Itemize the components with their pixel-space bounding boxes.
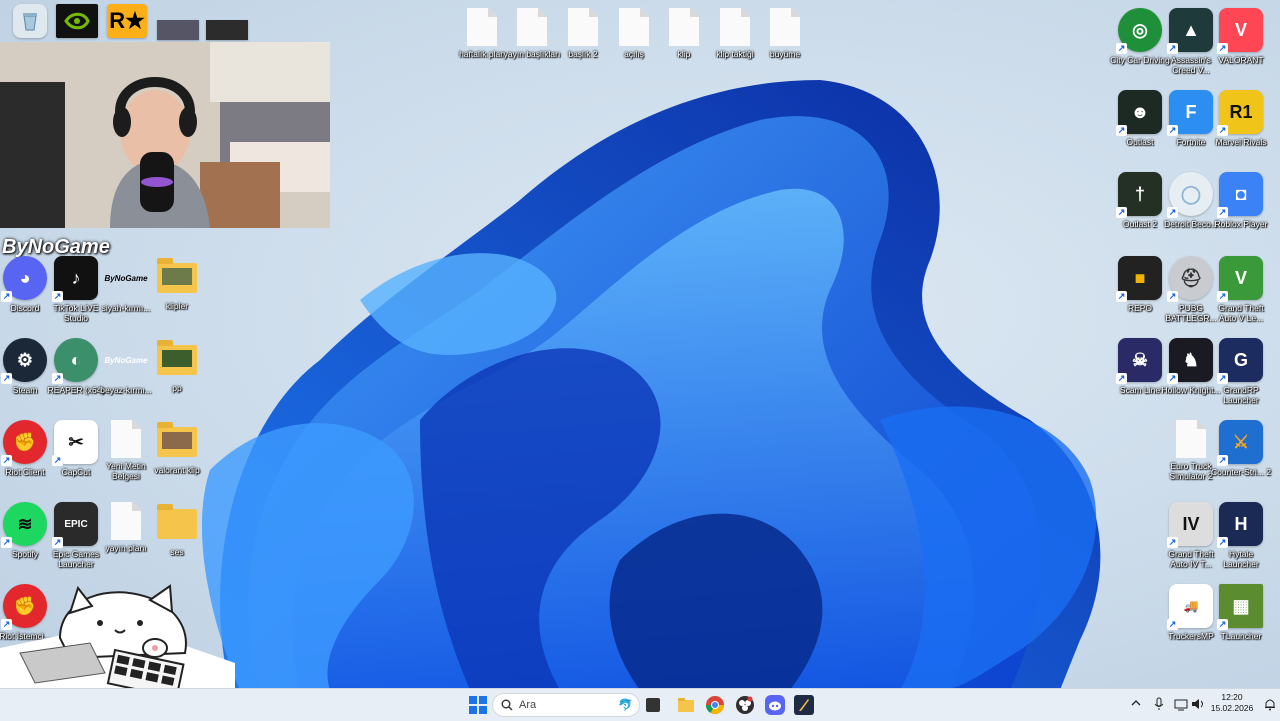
clock-time: 12:20 [1221, 692, 1243, 702]
folder-icon [157, 258, 197, 293]
text-file-icon [517, 8, 547, 46]
search-placeholder: Ara [519, 699, 537, 711]
discord-icon: ◕ ↗ [1, 256, 47, 302]
repo-icon: ■ ↗ [1116, 256, 1162, 302]
file-icon [1176, 420, 1206, 458]
taskbar: Ara 🐬 12:20 15.02.2026 [0, 688, 1280, 721]
image-file-icon: ByNoGame [104, 273, 148, 283]
roblox-icon: ◘ ↗ [1217, 172, 1263, 218]
search-icon [501, 699, 513, 711]
folder-klipler[interactable]: klipler [147, 256, 207, 311]
valorant-shortcut[interactable]: V ↗ VALORANT [1211, 8, 1271, 65]
counter-strike-icon: ⚔ ↗ [1217, 420, 1263, 466]
chrome-icon[interactable] [705, 695, 725, 715]
tlauncher-shortcut[interactable]: ▦ ↗ TLauncher [1211, 584, 1271, 641]
marvel-rivals-shortcut[interactable]: R1 ↗ Marvel Rivals [1211, 90, 1271, 147]
search-highlight-icon: 🐬 [618, 698, 633, 712]
network-icon[interactable] [1174, 697, 1188, 714]
text-file-icon [111, 502, 141, 540]
folder-pp[interactable]: pp [147, 338, 207, 393]
show-hidden-icons-chevron-icon[interactable] [1131, 698, 1141, 711]
capcut-icon: ✂ ↗ [52, 420, 98, 466]
obs-icon[interactable] [735, 695, 755, 715]
riot-icon: ✊ ↗ [1, 420, 47, 466]
text-file-icon [770, 8, 800, 46]
epic-games-icon: EPIC ↗ [52, 502, 98, 548]
grandrp-icon: G ↗ [1217, 338, 1263, 384]
streamer-camera-feed [0, 42, 330, 228]
scam-line-icon: ☠ ↗ [1116, 338, 1162, 384]
gta-v-shortcut[interactable]: V ↗ Grand Theft Auto V Le... [1211, 256, 1271, 323]
task-view-icon[interactable] [646, 698, 660, 712]
text-file-icon [467, 8, 497, 46]
bongo-cat-overlay [0, 584, 235, 688]
tiktok-icon: ♪ ↗ [52, 256, 98, 302]
system-clock[interactable]: 12:20 15.02.2026 [1206, 692, 1258, 714]
folder-icon [157, 504, 197, 539]
outlast-2-icon: † ↗ [1116, 172, 1162, 218]
detroit-icon: ◯ ↗ [1167, 172, 1213, 218]
search-input[interactable]: Ara 🐬 [492, 693, 640, 717]
marvel-rivals-icon: R1 ↗ [1217, 90, 1263, 136]
start-button[interactable] [468, 695, 488, 715]
hytale-launcher-shortcut[interactable]: H ↗ Hytale Launcher [1211, 502, 1271, 569]
desktop: R★ ByNoGame haftalık plan yayın başlıkla… [0, 0, 1280, 688]
file-buyume[interactable]: büyüme [755, 8, 815, 59]
spotify-icon: ≋ ↗ [1, 502, 47, 548]
image-file-icon: ByNoGame [104, 355, 148, 365]
text-file-icon [669, 8, 699, 46]
gta-iv-icon: IV ↗ [1167, 502, 1213, 548]
file-explorer-icon[interactable] [676, 695, 696, 715]
valorant-icon: V ↗ [1217, 8, 1263, 54]
video-thumbnail-icon [206, 20, 248, 40]
image-thumbnail-icon [157, 20, 199, 40]
truckersmp-icon: 🚚 ↗ [1167, 584, 1213, 630]
tlauncher-icon: ▦ ↗ [1217, 584, 1263, 630]
city-car-driving-icon: ◎ ↗ [1116, 8, 1162, 54]
notification-bell-icon[interactable] [1264, 697, 1276, 714]
microphone-icon[interactable] [1154, 697, 1164, 714]
text-file-icon [111, 420, 141, 458]
thumbnail-shortcut-2[interactable] [197, 20, 257, 40]
counter-strike-shortcut[interactable]: ⚔ ↗ Counter-Stri... 2 [1211, 420, 1271, 477]
outlast-icon: ☻ ↗ [1116, 90, 1162, 136]
pubg-icon: ⛑ ↗ [1167, 256, 1213, 302]
hytale-icon: H ↗ [1217, 502, 1263, 548]
folder-icon [157, 422, 197, 457]
fortnite-icon: F ↗ [1167, 90, 1213, 136]
assassins-creed-icon: ▲ ↗ [1167, 8, 1213, 54]
discord-taskbar-icon[interactable] [765, 695, 785, 715]
webcam-overlay [0, 42, 330, 228]
pinned-app-icon[interactable] [794, 695, 814, 715]
nvidia-icon [56, 4, 98, 38]
steam-icon: ⚙ ↗ [1, 338, 47, 384]
text-file-icon [619, 8, 649, 46]
folder-icon [157, 340, 197, 375]
windows-logo-icon [469, 696, 487, 714]
gta-v-icon: V ↗ [1217, 256, 1263, 302]
folder-ses[interactable]: ses [147, 502, 207, 557]
reaper-icon: ◐ ↗ [52, 338, 98, 384]
volume-icon[interactable] [1191, 697, 1205, 714]
hollow-knight-icon: ♞ ↗ [1167, 338, 1213, 384]
roblox-player-shortcut[interactable]: ◘ ↗ Roblox Player [1211, 172, 1271, 229]
text-file-icon [720, 8, 750, 46]
clock-date: 15.02.2026 [1210, 703, 1254, 713]
folder-valorant-klip[interactable]: valorant klip [147, 420, 207, 475]
grandrp-launcher-shortcut[interactable]: G ↗ GrandRP Launcher [1211, 338, 1271, 405]
text-file-icon [568, 8, 598, 46]
rockstar-icon: R★ [107, 4, 147, 38]
recycle-bin-icon [13, 4, 47, 38]
